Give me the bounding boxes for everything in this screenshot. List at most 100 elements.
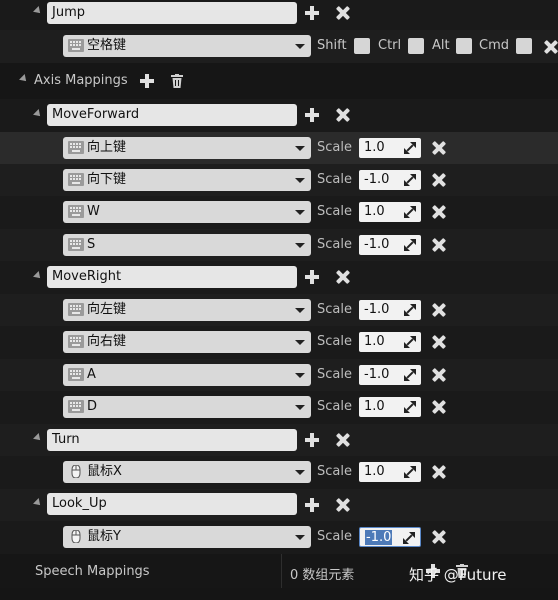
scale-label: Scale — [317, 367, 352, 382]
spin-arrows-icon[interactable] — [404, 369, 416, 381]
remove-icon[interactable] — [432, 303, 446, 317]
scale-input[interactable]: 1.0 — [359, 332, 421, 352]
shift-checkbox[interactable] — [354, 38, 370, 54]
collapse-arrow-icon[interactable] — [33, 498, 43, 508]
collapse-arrow-icon[interactable] — [33, 271, 43, 281]
spin-arrows-icon[interactable] — [403, 532, 415, 544]
key-selector[interactable]: 鼠标Y — [63, 526, 311, 548]
keyboard-icon — [68, 303, 84, 316]
add-icon[interactable] — [305, 433, 319, 447]
key-selector[interactable]: 鼠标X — [63, 461, 311, 483]
remove-icon[interactable] — [432, 141, 446, 155]
key-selector[interactable]: 向右键 — [63, 331, 311, 353]
action-name-field[interactable]: Jump — [47, 2, 297, 24]
add-icon[interactable] — [305, 108, 319, 122]
scale-input[interactable]: -1.0 — [359, 527, 421, 547]
cmd-checkbox[interactable] — [516, 38, 532, 54]
key-label: 向左键 — [87, 302, 127, 317]
remove-icon[interactable] — [432, 238, 446, 252]
remove-icon[interactable] — [432, 530, 446, 544]
key-selector[interactable]: D — [63, 396, 311, 418]
spin-arrows-icon[interactable] — [404, 206, 416, 218]
collapse-arrow-icon[interactable] — [33, 433, 43, 443]
axis-name-field[interactable]: MoveRight — [47, 266, 297, 288]
key-selector[interactable]: A — [63, 364, 311, 386]
dropdown-arrow-icon — [295, 535, 305, 540]
scale-value: 1.0 — [364, 399, 385, 414]
section-title: Axis Mappings — [34, 73, 128, 88]
add-icon[interactable] — [140, 74, 154, 88]
remove-icon[interactable] — [432, 335, 446, 349]
speech-mappings-row: Speech Mappings 0 数组元素 知乎 @Future — [0, 554, 558, 588]
key-label: 向下键 — [87, 172, 127, 187]
key-selector[interactable]: 空格键 — [63, 35, 311, 57]
alt-checkbox[interactable] — [456, 38, 472, 54]
keyboard-icon — [68, 238, 84, 251]
collapse-arrow-icon[interactable] — [19, 74, 29, 84]
spin-arrows-icon[interactable] — [404, 304, 416, 316]
keyboard-icon — [68, 368, 84, 381]
key-label: D — [87, 399, 98, 414]
axis-name-field[interactable]: Turn — [47, 429, 297, 451]
collapse-arrow-icon[interactable] — [33, 6, 43, 16]
axis-name-field[interactable]: MoveForward — [47, 104, 297, 126]
spin-arrows-icon[interactable] — [404, 401, 416, 413]
remove-icon[interactable] — [432, 205, 446, 219]
remove-icon[interactable] — [336, 498, 350, 512]
add-icon[interactable] — [305, 498, 319, 512]
remove-icon[interactable] — [336, 6, 350, 20]
scale-input[interactable]: 1.0 — [359, 138, 421, 158]
scale-value: -1.0 — [364, 367, 390, 382]
scale-input[interactable]: 1.0 — [359, 462, 421, 482]
remove-icon[interactable] — [336, 433, 350, 447]
ctrl-checkbox[interactable] — [408, 38, 424, 54]
scale-input[interactable]: -1.0 — [359, 170, 421, 190]
spin-arrows-icon[interactable] — [404, 174, 416, 186]
add-icon[interactable] — [305, 270, 319, 284]
scale-label: Scale — [317, 529, 352, 544]
array-count: 0 数组元素 — [290, 568, 355, 583]
key-label: 空格键 — [87, 38, 127, 53]
bottom-spacer — [0, 588, 558, 600]
spin-arrows-icon[interactable] — [404, 239, 416, 251]
spin-arrows-icon[interactable] — [404, 336, 416, 348]
add-icon[interactable] — [305, 6, 319, 20]
dropdown-arrow-icon — [295, 210, 305, 215]
key-label: 向上键 — [87, 140, 127, 155]
key-selector[interactable]: 向下键 — [63, 169, 311, 191]
key-selector[interactable]: 向左键 — [63, 299, 311, 321]
remove-icon[interactable] — [544, 40, 558, 54]
binding-row: 向上键 Scale 1.0 — [0, 132, 558, 164]
remove-icon[interactable] — [336, 108, 350, 122]
scale-value: 1.0 — [364, 140, 385, 155]
axis-name-field[interactable]: Look_Up — [47, 493, 297, 515]
remove-icon[interactable] — [432, 368, 446, 382]
watermark: 知乎 @Future — [409, 566, 507, 584]
scale-input[interactable]: -1.0 — [359, 235, 421, 255]
spin-arrows-icon[interactable] — [404, 466, 416, 478]
key-selector[interactable]: S — [63, 234, 311, 256]
scale-label: Scale — [317, 334, 352, 349]
key-selector[interactable]: W — [63, 201, 311, 223]
dropdown-arrow-icon — [295, 405, 305, 410]
remove-icon[interactable] — [432, 173, 446, 187]
scale-label: Scale — [317, 464, 352, 479]
remove-icon[interactable] — [336, 270, 350, 284]
scale-input[interactable]: -1.0 — [359, 365, 421, 385]
spin-arrows-icon[interactable] — [404, 142, 416, 154]
collapse-arrow-icon[interactable] — [33, 109, 43, 119]
action-row-jump: Jump — [0, 0, 558, 30]
trash-icon[interactable] — [171, 74, 183, 88]
keyboard-icon — [68, 400, 84, 413]
keyboard-icon — [68, 205, 84, 218]
key-selector[interactable]: 向上键 — [63, 137, 311, 159]
scale-input[interactable]: 1.0 — [359, 397, 421, 417]
keyboard-icon — [68, 173, 84, 186]
mouse-icon — [71, 465, 81, 478]
axis-group-moveforward: MoveForward — [0, 99, 558, 132]
scale-input[interactable]: 1.0 — [359, 202, 421, 222]
scale-value: -1.0 — [364, 172, 390, 187]
remove-icon[interactable] — [432, 400, 446, 414]
remove-icon[interactable] — [432, 465, 446, 479]
scale-input[interactable]: -1.0 — [359, 300, 421, 320]
